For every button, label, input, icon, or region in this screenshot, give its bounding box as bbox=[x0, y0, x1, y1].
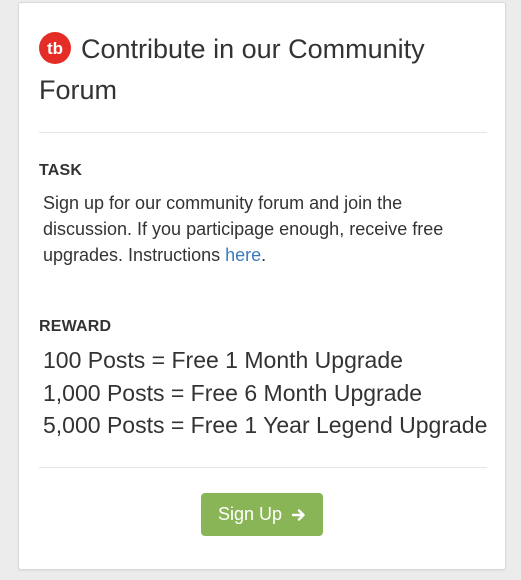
reward-label: REWARD bbox=[39, 318, 112, 335]
divider bbox=[39, 132, 487, 133]
sign-up-button[interactable]: Sign Up bbox=[201, 493, 323, 536]
task-description: Sign up for our community forum and join… bbox=[43, 190, 483, 268]
tubebuddy-logo-icon: tb bbox=[39, 32, 71, 64]
task-label: TASK bbox=[39, 162, 83, 179]
reward-item: 5,000 Posts = Free 1 Year Legend Upgrade bbox=[43, 412, 488, 438]
reward-list: 100 Posts = Free 1 Month Upgrade 1,000 P… bbox=[43, 344, 487, 442]
instructions-link[interactable]: here bbox=[225, 245, 261, 265]
arrow-right-icon bbox=[292, 508, 305, 521]
svg-text:tb: tb bbox=[47, 39, 63, 58]
community-forum-card: tb Contribute in our Community Forum TAS… bbox=[18, 2, 506, 570]
reward-item: 100 Posts = Free 1 Month Upgrade bbox=[43, 347, 403, 373]
sign-up-label: Sign Up bbox=[217, 504, 283, 524]
task-suffix: . bbox=[261, 245, 267, 265]
card-header: tb Contribute in our Community Forum bbox=[39, 29, 489, 111]
divider bbox=[39, 467, 487, 468]
card-title: Contribute in our Community Forum bbox=[39, 34, 425, 105]
reward-item: 1,000 Posts = Free 6 Month Upgrade bbox=[43, 379, 423, 406]
